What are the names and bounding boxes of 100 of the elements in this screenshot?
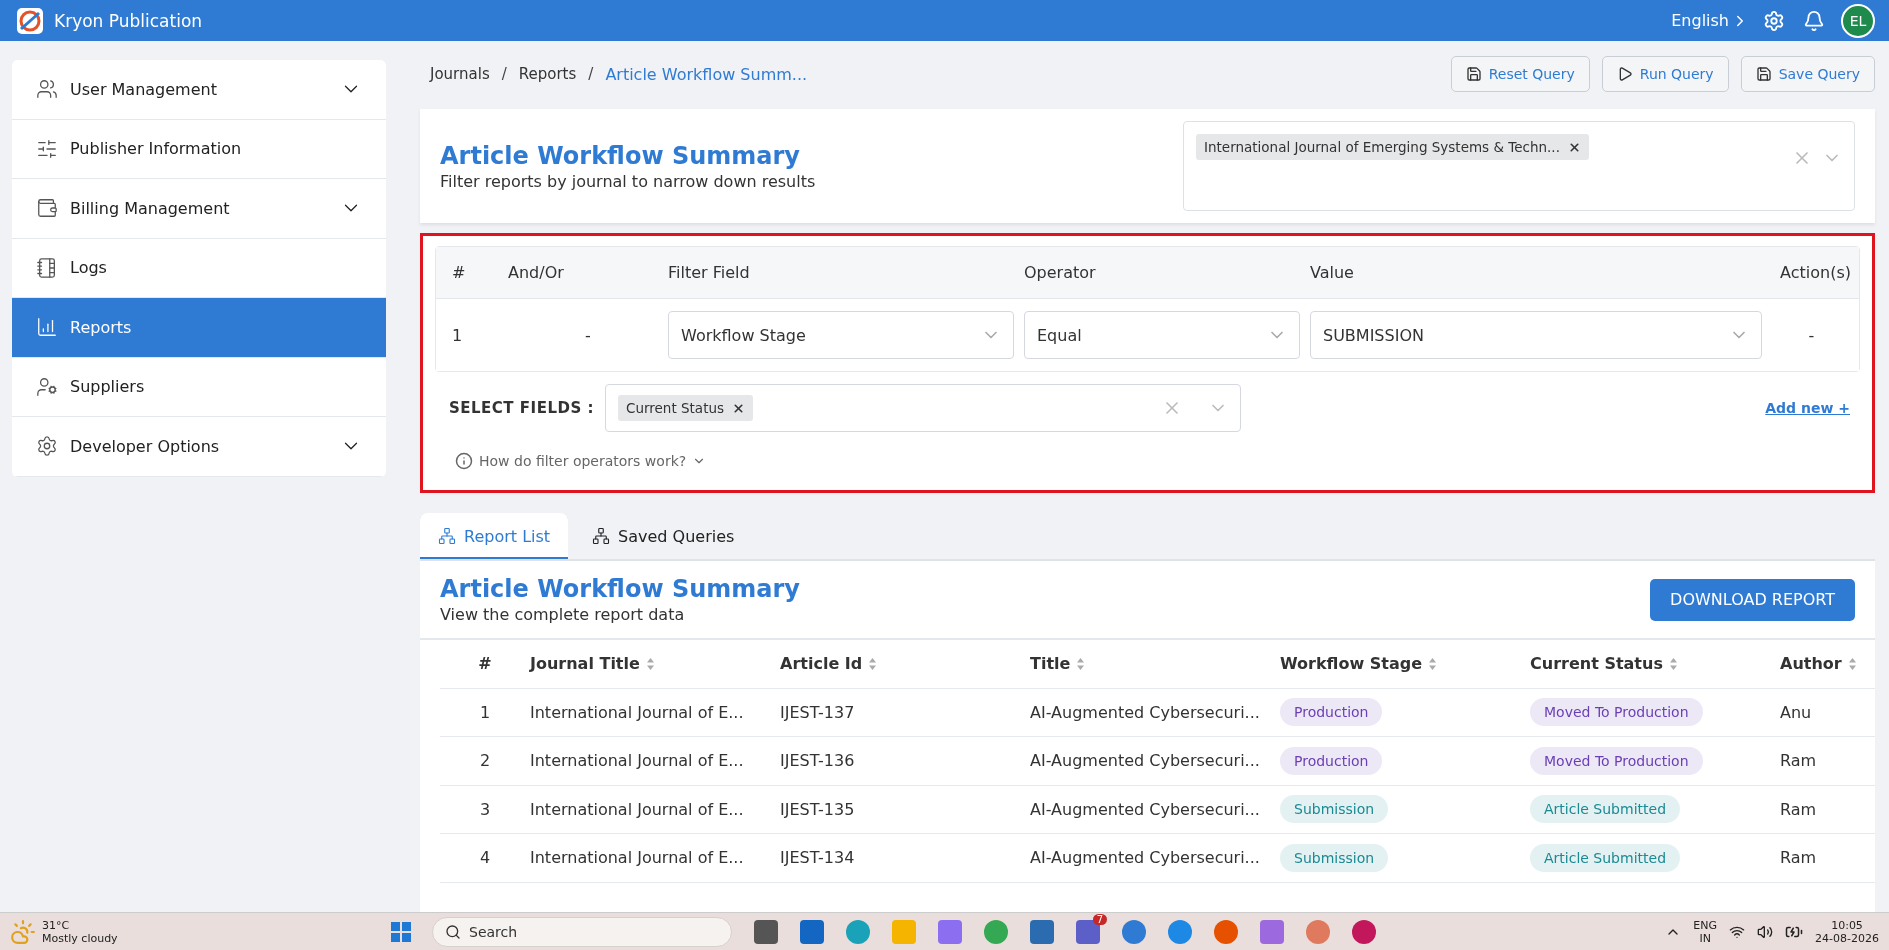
sliders-icon <box>36 137 58 160</box>
column-header: And/Or <box>508 263 565 282</box>
column-header: Filter Field <box>668 263 751 282</box>
download-button[interactable]: DOWNLOAD REPORT <box>1650 578 1855 621</box>
logo-icon <box>16 6 44 35</box>
clock-time: 10:05 <box>1831 918 1863 932</box>
status-tag: Article Submitted <box>1530 795 1680 824</box>
table-cell-text: Ram <box>1780 751 1818 771</box>
clock-date: 24-08-2026 <box>1815 931 1879 945</box>
sort-icon[interactable] <box>1847 656 1857 671</box>
region-indicator[interactable]: IN <box>1699 931 1711 945</box>
table-cell-text: 2 <box>478 751 492 771</box>
wallet-icon <box>36 197 58 220</box>
status-tag: Production <box>1280 746 1383 775</box>
search-icon <box>445 923 461 940</box>
column-header: # <box>477 654 493 674</box>
remove-icon[interactable] <box>732 401 745 415</box>
sidebar-item[interactable]: Reports <box>12 298 386 358</box>
status-tag: Production <box>1280 698 1383 727</box>
field-chip[interactable]: Current Status <box>618 395 753 421</box>
notebook-icon <box>36 256 58 279</box>
taskbar-search[interactable]: Search <box>432 916 732 947</box>
table-cell-text: International Journal of E... <box>530 848 745 868</box>
tab[interactable]: Saved Queries <box>574 513 753 559</box>
app-icon[interactable] <box>938 919 962 944</box>
column-header: Value <box>1310 263 1355 282</box>
field-select[interactable]: Workflow Stage <box>668 311 1014 359</box>
select-fields-label: SELECT FIELDS : <box>449 399 595 417</box>
sort-icon[interactable] <box>1428 656 1438 671</box>
app-icon[interactable] <box>1030 919 1054 944</box>
breadcrumb-link[interactable]: Reports <box>518 65 577 83</box>
operator-select[interactable]: Equal <box>1024 311 1300 359</box>
report-subtitle: View the complete report data <box>440 605 686 624</box>
brand-name: Kryon Publication <box>54 10 204 31</box>
column-header[interactable]: Current Status <box>1530 654 1780 674</box>
user-avatar[interactable]: EL <box>1841 3 1875 38</box>
save-icon <box>1465 66 1482 82</box>
breadcrumb-separator: / <box>588 65 594 83</box>
remove-icon[interactable] <box>1567 140 1581 154</box>
status-tag: Moved To Production <box>1530 698 1703 727</box>
hierarchy-icon <box>438 527 456 545</box>
language-menu[interactable]: English <box>1671 11 1749 30</box>
column-header[interactable]: Article Id <box>780 654 1030 674</box>
table-cell-text: 1 <box>478 702 492 722</box>
query-button[interactable]: Save Query <box>1740 56 1875 92</box>
settings-icon[interactable] <box>1763 9 1785 32</box>
table-cell-text: Ram <box>1780 848 1818 868</box>
breadcrumb-current: Article Workflow Summ... <box>605 64 808 84</box>
column-header[interactable]: Title <box>1030 654 1280 674</box>
status-tag: Submission <box>1280 795 1389 824</box>
app-icon[interactable] <box>1122 919 1146 944</box>
notification-icon[interactable] <box>1803 9 1825 32</box>
column-header[interactable]: Workflow Stage <box>1280 654 1530 674</box>
query-button[interactable]: Run Query <box>1601 56 1729 92</box>
temperature: 31°C <box>42 918 71 932</box>
table-cell-text: IJEST-136 <box>780 751 856 771</box>
user-gear-icon <box>36 375 58 398</box>
sort-icon[interactable] <box>1668 656 1678 671</box>
browser-icon[interactable] <box>1214 919 1238 944</box>
table-cell-text: IJEST-134 <box>780 848 856 868</box>
language-indicator[interactable]: ENG <box>1693 918 1718 932</box>
breadcrumb-link[interactable]: Journals <box>430 65 490 83</box>
info-icon <box>455 452 473 470</box>
browser-icon[interactable] <box>984 919 1008 944</box>
weather-text: Mostly cloudy <box>42 931 118 945</box>
help-toggle[interactable]: How do filter operators work? <box>455 452 707 470</box>
report-title: Article Workflow Summary <box>440 575 800 603</box>
column-header[interactable]: Journal Title <box>530 654 780 674</box>
table-cell-text: AI-Augmented Cybersecuri... <box>1030 848 1261 868</box>
app-icon[interactable] <box>800 919 824 944</box>
browser-icon[interactable] <box>1352 919 1376 944</box>
value-select[interactable]: SUBMISSION <box>1310 311 1762 359</box>
tab[interactable]: Report List <box>420 513 569 559</box>
app-icon[interactable] <box>1168 919 1192 944</box>
sort-icon[interactable] <box>868 656 878 671</box>
table-cell-text: AI-Augmented Cybersecuri... <box>1030 799 1261 819</box>
table-cell-text: IJEST-137 <box>780 702 856 722</box>
add-new-link[interactable]: Add new + <box>1765 400 1850 416</box>
table-cell-text: International Journal of E... <box>530 702 745 722</box>
app-icon[interactable] <box>754 919 778 944</box>
journal-chip[interactable]: International Journal of Emerging Systems & Techn... <box>1196 134 1589 160</box>
breadcrumb-separator: / <box>501 65 507 83</box>
users-icon <box>36 78 58 101</box>
sort-icon[interactable] <box>1076 656 1086 671</box>
column-header: Action(s) <box>1779 263 1851 282</box>
sort-icon[interactable] <box>645 656 655 671</box>
volume-icon[interactable] <box>1757 923 1774 940</box>
table-cell-text: International Journal of E... <box>530 799 745 819</box>
table-cell-text: - <box>1807 325 1816 345</box>
app-icon[interactable] <box>1260 919 1284 944</box>
table-cell-text: 4 <box>478 848 492 868</box>
query-button[interactable]: Reset Query <box>1450 56 1590 92</box>
weather-icon <box>10 918 36 945</box>
fields-select[interactable]: Current Status <box>605 384 1241 432</box>
hierarchy-icon <box>592 527 611 545</box>
start-icon[interactable] <box>390 920 412 943</box>
journal-select[interactable]: International Journal of Emerging Systems & Techn... <box>1183 121 1855 211</box>
settings-icon <box>36 435 58 458</box>
table-cell-text: 3 <box>478 799 492 819</box>
column-header[interactable]: Author <box>1780 654 1875 674</box>
